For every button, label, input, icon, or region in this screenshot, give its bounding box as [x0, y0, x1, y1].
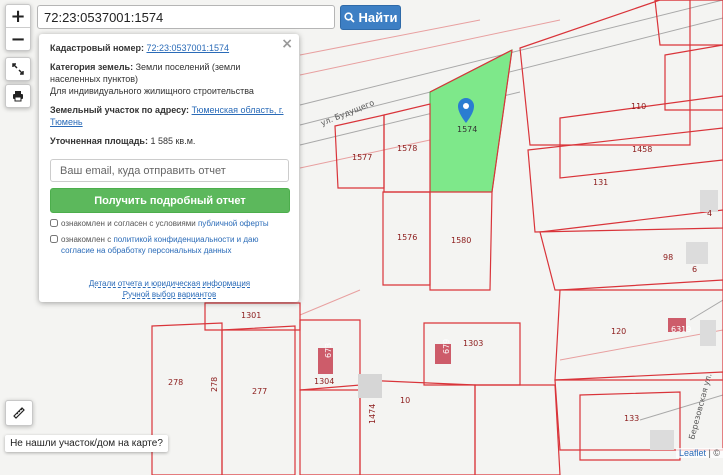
offer-link[interactable]: публичной оферты: [198, 219, 269, 228]
measure-button[interactable]: [5, 400, 33, 426]
parcel-label: 120: [611, 327, 626, 336]
print-button[interactable]: [5, 84, 31, 108]
building-gray-2: [686, 242, 708, 264]
privacy-text: ознакомлен с: [61, 235, 112, 244]
parcel-label: 673: [324, 343, 333, 358]
manual-selection-link[interactable]: Ручной выбор вариантов: [123, 290, 216, 299]
usage-value: Для индивидуального жилищного строительс…: [50, 86, 254, 96]
consent-offer: ознакомлен и согласен с условиями публич…: [50, 218, 289, 229]
zoom-out-button[interactable]: −: [6, 27, 30, 50]
not-found-button[interactable]: Не нашли участок/дом на карте?: [5, 435, 168, 452]
leaflet-link[interactable]: Leaflet: [679, 448, 706, 458]
cadastral-row: Кадастровый номер: 72:23:0537001:1574: [50, 42, 289, 54]
parcel-label: 6319: [671, 325, 691, 334]
parcel-label: 679: [442, 339, 451, 354]
close-icon[interactable]: ×: [281, 36, 293, 52]
address-row: Земельный участок по адресу: Тюменская о…: [50, 104, 289, 128]
get-report-button[interactable]: Получить подробный отчет: [50, 188, 290, 213]
parcel-label: 277: [252, 387, 267, 396]
parcel-label: 1458: [632, 145, 652, 154]
map-attribution: Leaflet | ©: [675, 448, 723, 458]
search-button[interactable]: Найти: [340, 5, 401, 30]
area-label: Уточненная площадь:: [50, 136, 148, 146]
search-button-label: Найти: [358, 10, 398, 25]
parcel-label: 1304: [314, 377, 334, 386]
parcel-label: 98: [663, 253, 673, 262]
parcel-label: 1576: [397, 233, 417, 242]
parcel-label: 110: [631, 102, 646, 111]
zoom-in-button[interactable]: +: [6, 5, 30, 27]
popup-links: Детали отчета и юридическая информация Р…: [50, 278, 289, 300]
parcel-label: 278: [210, 377, 219, 392]
building-gray-5: [700, 320, 716, 346]
zoom-control: + −: [5, 4, 31, 51]
offer-checkbox[interactable]: [50, 219, 58, 227]
parcel-info-popup: × Кадастровый номер: 72:23:0537001:1574 …: [39, 34, 299, 302]
parcel-label: 278: [168, 378, 183, 387]
category-label: Категория земель:: [50, 62, 134, 72]
parcel-label: 1303: [463, 339, 483, 348]
offer-text: ознакомлен и согласен с условиями: [61, 219, 196, 228]
building-gray-3: [650, 430, 674, 450]
parcel-label: 1574: [457, 125, 477, 134]
printer-icon: [13, 91, 23, 102]
parcel-label: 133: [624, 414, 639, 423]
cadastral-link[interactable]: 72:23:0537001:1574: [146, 43, 229, 53]
building-gray-1: [358, 374, 382, 398]
area-row: Уточненная площадь: 1 585 кв.м.: [50, 135, 289, 147]
parcel-label: 10: [400, 396, 410, 405]
search-icon: [343, 12, 355, 23]
parcel-label: 1577: [352, 153, 372, 162]
cadastral-label: Кадастровый номер:: [50, 43, 144, 53]
fullscreen-button[interactable]: [5, 57, 31, 81]
parcel-label: 1580: [451, 236, 471, 245]
email-input[interactable]: [50, 159, 289, 182]
parcel-label: 1301: [241, 311, 261, 320]
details-link[interactable]: Детали отчета и юридическая информация: [89, 279, 250, 288]
parcel-label: 6: [692, 265, 697, 274]
parcel-label: 131: [593, 178, 608, 187]
consent-privacy: ознакомлен с политикой конфиденциальност…: [50, 234, 289, 256]
parcel-label: 1578: [397, 144, 417, 153]
privacy-checkbox[interactable]: [50, 235, 58, 243]
address-label: Земельный участок по адресу:: [50, 105, 190, 115]
fullscreen-icon: [12, 63, 24, 75]
search-input[interactable]: [37, 5, 335, 29]
ruler-icon: [13, 407, 25, 419]
category-row: Категория земель: Земли поселений (земли…: [50, 61, 289, 97]
attribution-rest: | ©: [708, 448, 720, 458]
area-value: 1 585 кв.м.: [150, 136, 196, 146]
parcel-label: 4: [707, 209, 712, 218]
parcel-label: 1474: [368, 404, 377, 424]
